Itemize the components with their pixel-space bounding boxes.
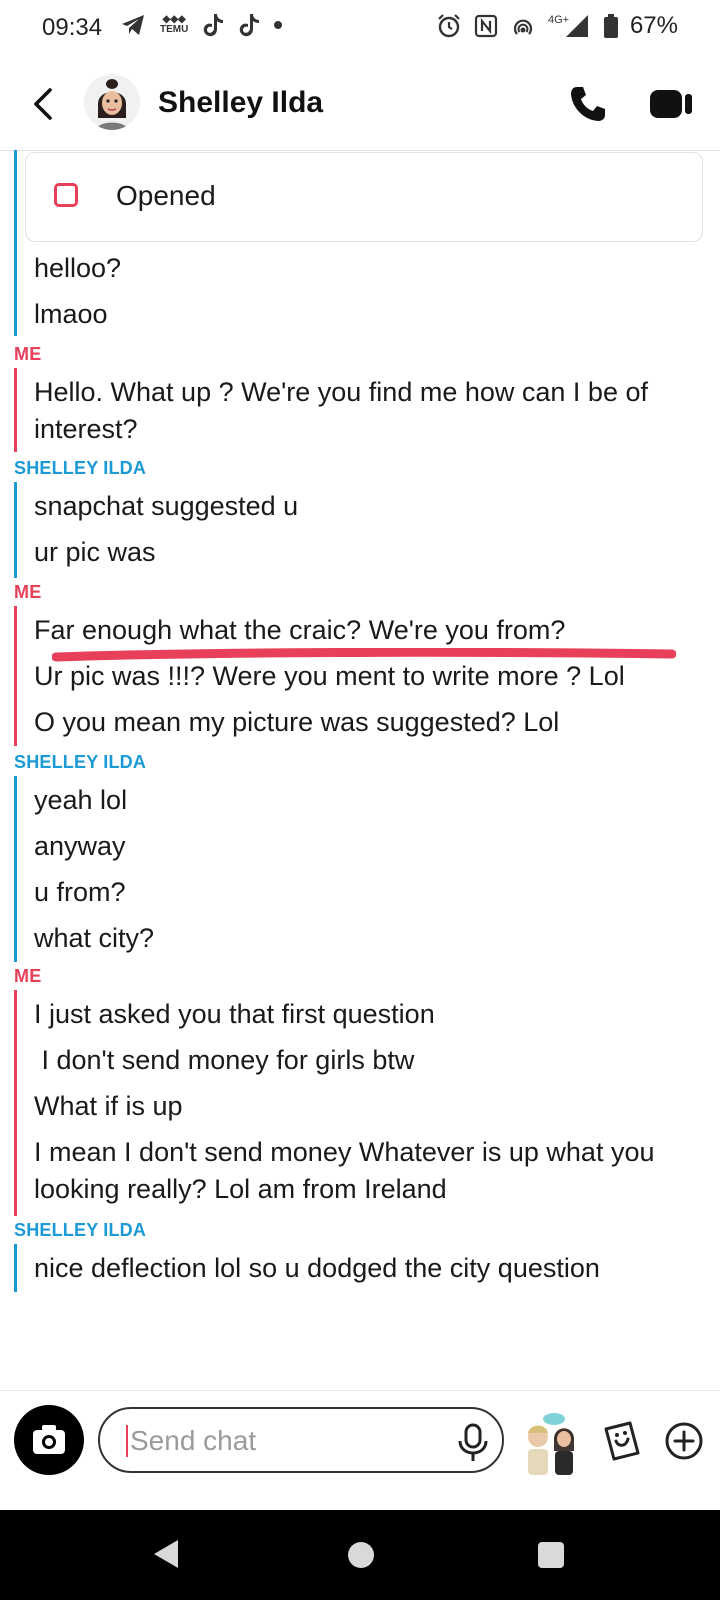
sender-label-me: ME	[14, 966, 42, 986]
bitmoji-icon[interactable]	[518, 1411, 584, 1481]
status-bar: 09:34 ◆◆◆ TEMU 4G+ 67%	[0, 0, 720, 56]
microphone-icon[interactable]	[456, 1423, 490, 1463]
sender-bar-them	[14, 482, 17, 578]
phone-icon[interactable]	[568, 84, 608, 124]
nav-back-icon[interactable]	[152, 1538, 180, 1570]
opened-status-icon	[54, 183, 78, 207]
status-time: 09:34	[42, 14, 103, 41]
telegram-icon	[122, 15, 144, 35]
camera-icon	[33, 1425, 65, 1454]
message-text[interactable]: Far enough what the craic? We're you fro…	[34, 612, 704, 649]
sticker-icon[interactable]	[600, 1419, 644, 1463]
nav-recents-icon[interactable]	[538, 1542, 564, 1568]
plus-circle-icon[interactable]	[664, 1421, 704, 1461]
chat-input-bar	[0, 1390, 720, 1511]
nav-home-icon[interactable]	[348, 1542, 374, 1568]
sender-label-me: ME	[14, 344, 42, 364]
send-chat-input[interactable]	[128, 1419, 432, 1463]
sender-label-me: ME	[14, 582, 42, 602]
alarm-icon	[438, 14, 460, 38]
tiktok-icon	[240, 14, 260, 37]
sender-bar-me	[14, 368, 17, 452]
message-text[interactable]: What if is up	[34, 1088, 704, 1125]
bitmoji-avatar-icon	[84, 74, 140, 130]
message-text[interactable]: ur pic was	[34, 534, 704, 571]
more-notifications-dot	[274, 21, 283, 29]
sender-bar-them	[14, 150, 17, 336]
message-text[interactable]: nice deflection lol so u dodged the city…	[34, 1250, 704, 1287]
nfc-icon	[474, 14, 498, 38]
network-type: 4G+	[548, 14, 569, 26]
message-text[interactable]: anyway	[34, 828, 704, 865]
avatar[interactable]	[84, 74, 140, 130]
hotspot-icon	[513, 19, 532, 35]
message-text[interactable]: I mean I don't send money Whatever is up…	[34, 1134, 694, 1208]
sender-bar-me	[14, 990, 17, 1216]
camera-button[interactable]	[14, 1405, 84, 1475]
battery-percent: 67%	[629, 12, 678, 39]
contact-name[interactable]: Shelley Ilda	[158, 86, 323, 120]
message-text[interactable]: what city?	[34, 920, 704, 957]
sender-bar-me	[14, 606, 17, 746]
back-chevron-icon[interactable]	[24, 84, 64, 124]
battery-icon	[603, 14, 618, 38]
opened-notice[interactable]: Opened	[25, 152, 703, 242]
signal-icon: 4G+	[548, 14, 588, 37]
status-left-icons: ◆◆◆ TEMU	[120, 12, 283, 38]
message-text[interactable]: snapchat suggested u	[34, 488, 704, 525]
message-text[interactable]: yeah lol	[34, 782, 704, 819]
sender-label-them: SHELLEY ILDA	[14, 1220, 147, 1240]
sender-label-them: SHELLEY ILDA	[14, 458, 147, 478]
chat-field[interactable]	[98, 1407, 504, 1473]
message-text[interactable]: I just asked you that first question	[34, 996, 704, 1033]
message-text[interactable]: I don't send money for girls btw	[34, 1042, 704, 1079]
message-text[interactable]: u from?	[34, 874, 704, 911]
sender-label-them: SHELLEY ILDA	[14, 752, 147, 772]
conversation[interactable]: Opened helloo? lmaoo ME Hello. What up ?…	[0, 150, 720, 1390]
message-text[interactable]: helloo?	[34, 250, 704, 287]
chat-header: Shelley Ilda	[0, 64, 720, 151]
status-right-icons: 4G+ 67%	[436, 12, 678, 40]
sender-bar-them	[14, 1244, 17, 1292]
system-nav-bar	[0, 1510, 720, 1600]
opened-label: Opened	[116, 180, 216, 211]
temu-icon: ◆◆◆ TEMU	[160, 14, 189, 35]
message-text[interactable]: lmaoo	[34, 296, 704, 333]
message-text[interactable]: Ur pic was !!!? Were you ment to write m…	[34, 658, 704, 695]
message-text[interactable]: Hello. What up ? We're you find me how c…	[34, 374, 704, 448]
video-icon[interactable]	[650, 88, 694, 120]
sender-bar-them	[14, 776, 17, 962]
tiktok-icon	[204, 14, 224, 37]
message-text[interactable]: O you mean my picture was suggested? Lol	[34, 704, 704, 741]
